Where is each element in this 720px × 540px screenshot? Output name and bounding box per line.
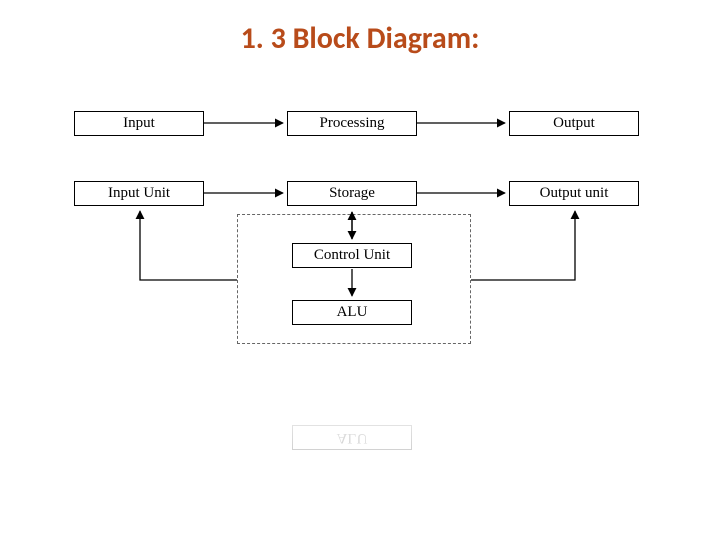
block-output: Output [509,111,639,136]
block-processing: Processing [287,111,417,136]
page-title: 1. 3 Block Diagram: [0,20,720,57]
block-output-unit: Output unit [509,181,639,206]
block-alu: ALU [292,300,412,325]
block-input: Input [74,111,204,136]
block-input-unit: Input Unit [74,181,204,206]
block-control-unit: Control Unit [292,243,412,268]
reflection-decoration: ALU [292,390,412,450]
block-storage: Storage [287,181,417,206]
